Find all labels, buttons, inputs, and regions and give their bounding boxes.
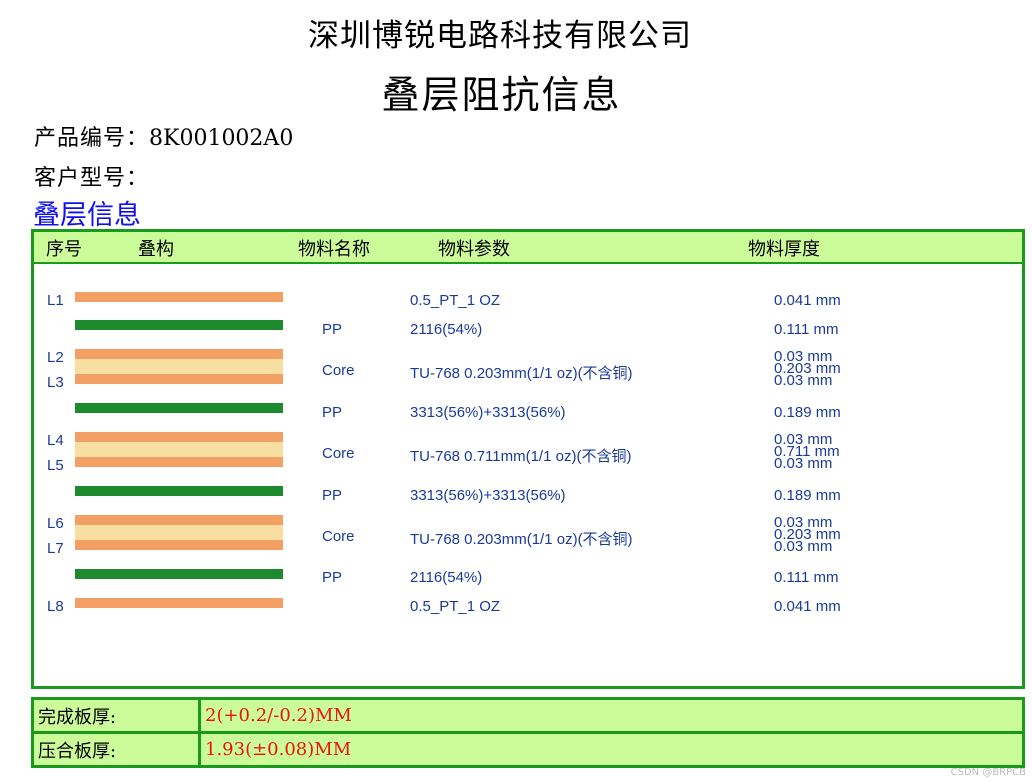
copper-layer-bar	[75, 432, 283, 442]
material-name: PP	[322, 404, 343, 421]
copper-layer-bar	[75, 540, 283, 550]
material-param: 3313(56%)+3313(56%)	[410, 404, 566, 421]
material-param: 3313(56%)+3313(56%)	[410, 487, 566, 504]
header-thickness: 物料厚度	[748, 239, 820, 260]
layer-label-l5: L5	[47, 457, 64, 474]
copper-layer-bar	[75, 349, 283, 359]
material-thickness-group: 0.03 mm 0.711 mm 0.03 mm	[774, 432, 840, 472]
prepreg-layer-bar	[75, 486, 283, 496]
copper-layer-bar	[75, 515, 283, 525]
material-name: PP	[322, 487, 343, 504]
table-row: 压合板厚: 1.93(±0.08)MM	[31, 731, 1025, 768]
material-thickness-group: 0.03 mm 0.203 mm 0.03 mm	[774, 349, 841, 389]
core-layer-bar	[75, 442, 283, 457]
layer-label-l7: L7	[47, 540, 64, 557]
material-thickness: 0.041 mm	[774, 292, 841, 309]
customer-model-field: 客户型号：	[34, 160, 149, 192]
layer-label-l3: L3	[47, 374, 64, 391]
copper-layer-bar	[75, 374, 283, 384]
material-name: PP	[322, 569, 343, 586]
material-thickness: 0.03 mm	[774, 538, 833, 555]
material-thickness: 0.03 mm	[774, 455, 833, 472]
table-row: 完成板厚: 2(+0.2/-0.2)MM	[31, 697, 1025, 734]
material-param: TU-768 0.711mm(1/1 oz)(不含铜)	[410, 448, 632, 465]
material-thickness: 0.189 mm	[774, 487, 841, 504]
watermark: CSDN @BRPCB	[950, 767, 1026, 778]
material-thickness: 0.03 mm	[774, 372, 833, 389]
product-number-label: 产品编号：	[34, 126, 150, 151]
material-thickness: 0.111 mm	[774, 321, 839, 338]
header-seq: 序号	[46, 239, 82, 260]
material-name: Core	[322, 362, 355, 379]
core-layer-bar	[75, 525, 283, 540]
header-structure: 叠构	[138, 239, 174, 260]
layer-label-l8: L8	[47, 598, 64, 615]
pressed-thickness-label: 压合板厚:	[31, 731, 201, 768]
copper-layer-bar	[75, 292, 283, 302]
material-thickness: 0.189 mm	[774, 404, 841, 421]
material-param: TU-768 0.203mm(1/1 oz)(不含铜)	[410, 531, 633, 548]
copper-layer-bar	[75, 457, 283, 467]
material-param: 0.5_PT_1 OZ	[410, 292, 501, 309]
prepreg-layer-bar	[75, 320, 283, 330]
customer-model-label: 客户型号：	[34, 166, 150, 191]
company-name: 深圳博锐电路科技有限公司	[308, 18, 692, 54]
material-name: Core	[322, 445, 355, 462]
header-material-param: 物料参数	[438, 239, 510, 260]
product-number-field: 产品编号：8K001002A0	[34, 120, 293, 152]
stackup-table-header: 序号 叠构 物料名称 物料参数 物料厚度	[34, 232, 1022, 264]
section-title: 叠层信息	[33, 200, 141, 231]
prepreg-layer-bar	[75, 569, 283, 579]
finished-thickness-label: 完成板厚:	[31, 697, 201, 734]
material-param: TU-768 0.203mm(1/1 oz)(不含铜)	[410, 365, 633, 382]
thickness-summary-table: 完成板厚: 2(+0.2/-0.2)MM 压合板厚: 1.93(±0.08)MM	[31, 697, 1025, 768]
layer-label-l4: L4	[47, 432, 64, 449]
material-thickness: 0.111 mm	[774, 569, 839, 586]
product-number-value: 8K001002A0	[149, 126, 294, 151]
material-name: PP	[322, 321, 343, 338]
header-material-name: 物料名称	[298, 239, 370, 260]
material-thickness: 0.041 mm	[774, 598, 841, 615]
material-param: 0.5_PT_1 OZ	[410, 598, 501, 615]
material-name: Core	[322, 528, 355, 545]
material-thickness-group: 0.03 mm 0.203 mm 0.03 mm	[774, 515, 841, 555]
pressed-thickness-value: 1.93(±0.08)MM	[198, 731, 1025, 768]
copper-layer-bar	[75, 598, 283, 608]
layer-label-l2: L2	[47, 349, 64, 366]
core-layer-bar	[75, 359, 283, 374]
finished-thickness-value: 2(+0.2/-0.2)MM	[198, 697, 1025, 734]
prepreg-layer-bar	[75, 403, 283, 413]
layer-label-l1: L1	[47, 292, 64, 309]
document-title: 叠层阻抗信息	[381, 73, 622, 117]
material-param: 2116(54%)	[410, 321, 483, 338]
material-param: 2116(54%)	[410, 569, 483, 586]
layer-label-l6: L6	[47, 515, 64, 532]
